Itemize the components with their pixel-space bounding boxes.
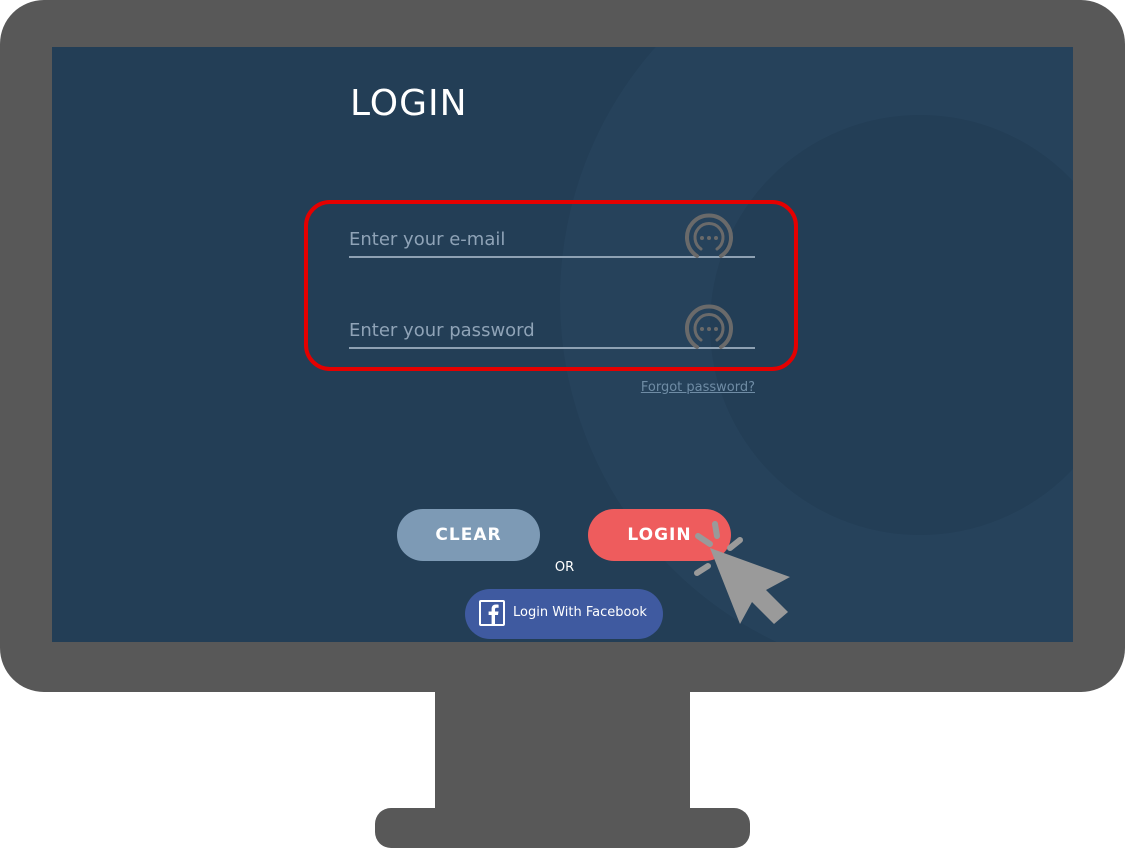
clear-button[interactable]: CLEAR [397, 509, 540, 561]
or-separator: OR [554, 560, 575, 575]
monitor-base [375, 808, 750, 848]
monitor-stand [435, 690, 690, 820]
login-title: LOGIN [350, 83, 468, 124]
forgot-password-link[interactable]: Forgot password? [641, 380, 755, 395]
credentials-highlight [304, 200, 798, 371]
facebook-login-button[interactable]: Login With Facebook [465, 589, 663, 639]
monitor-screen: LOGIN Forgot password? CLEAR LOGIN OR [52, 47, 1073, 642]
facebook-login-label: Login With Facebook [513, 605, 647, 620]
mouse-pointer-click-icon [694, 521, 790, 624]
facebook-f-icon [479, 600, 505, 626]
